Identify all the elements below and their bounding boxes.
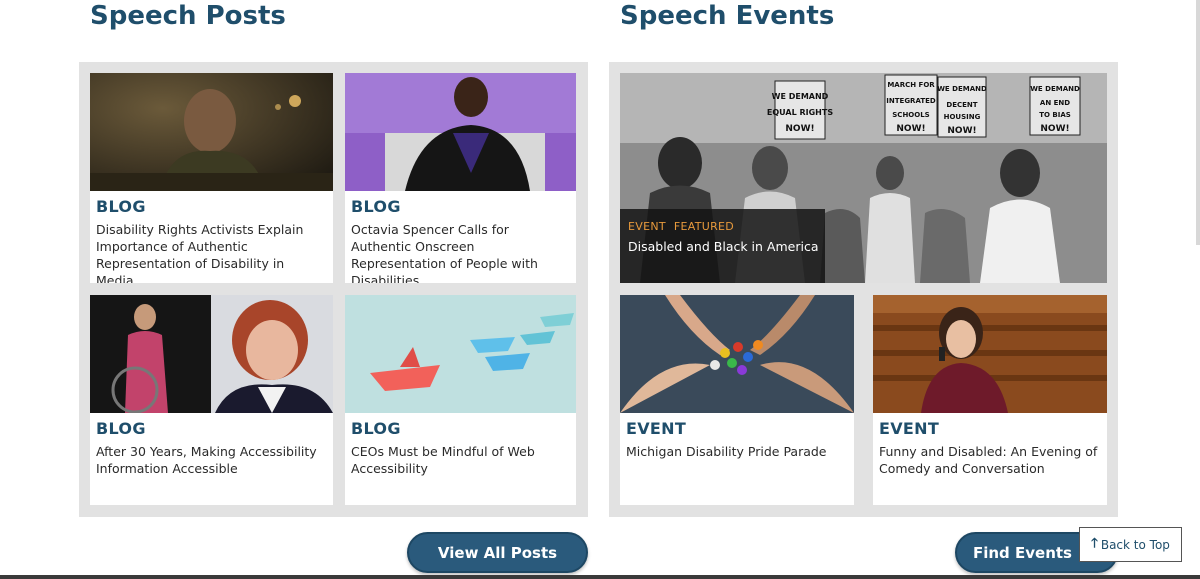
- protest-sign-text: MARCH FOR: [887, 81, 935, 89]
- protest-sign-text: WE DEMAND: [937, 85, 987, 93]
- post-title-link[interactable]: CEOs Must be Mindful of Web Accessibilit…: [351, 443, 568, 477]
- featured-tags: EVENT FEATURED: [628, 220, 742, 233]
- protest-sign-text: DECENT: [946, 101, 977, 109]
- speech-posts-heading: Speech Posts: [90, 1, 286, 31]
- event-title-link[interactable]: Michigan Disability Pride Parade: [626, 443, 846, 460]
- protest-sign-text: SCHOOLS: [892, 111, 929, 119]
- protest-sign-text: NOW!: [947, 126, 976, 136]
- event-card[interactable]: EVENT Funny and Disabled: An Evening of …: [873, 295, 1107, 505]
- post-tag: BLOG: [351, 419, 401, 438]
- post-card[interactable]: BLOG After 30 Years, Making Accessibilit…: [90, 295, 333, 505]
- arrow-up-icon: 🡑: [1091, 535, 1098, 551]
- protest-sign-text: AN END: [1040, 99, 1070, 107]
- protest-sign-text: NOW!: [785, 124, 814, 134]
- post-thumbnail[interactable]: [90, 295, 333, 413]
- post-card[interactable]: BLOG Octavia Spencer Calls for Authentic…: [345, 73, 576, 283]
- post-thumbnail[interactable]: [345, 73, 576, 191]
- post-card[interactable]: BLOG Disability Rights Activists Explain…: [90, 73, 333, 283]
- event-tag: EVENT: [626, 419, 687, 438]
- event-card[interactable]: EVENT Michigan Disability Pride Parade: [620, 295, 854, 505]
- back-to-top-label: Back to Top: [1100, 537, 1170, 552]
- post-title-link[interactable]: After 30 Years, Making Accessibility Inf…: [96, 443, 325, 477]
- post-tag: BLOG: [96, 197, 146, 216]
- events-panel: WE DEMAND EQUAL RIGHTS NOW! MARCH FOR IN…: [609, 62, 1118, 517]
- event-tag: EVENT: [628, 220, 666, 233]
- view-all-posts-button[interactable]: View All Posts: [407, 532, 588, 573]
- back-to-top-button[interactable]: 🡑 Back to Top: [1079, 527, 1182, 562]
- featured-event-title[interactable]: Disabled and Black in America: [628, 239, 819, 254]
- event-thumbnail[interactable]: [620, 295, 854, 413]
- page-bottom-divider: [0, 575, 1200, 579]
- featured-event-card[interactable]: WE DEMAND EQUAL RIGHTS NOW! MARCH FOR IN…: [620, 73, 1107, 283]
- posts-panel: BLOG Disability Rights Activists Explain…: [79, 62, 588, 517]
- speech-events-heading: Speech Events: [620, 1, 835, 31]
- post-thumbnail[interactable]: [345, 295, 576, 413]
- post-title-link[interactable]: Octavia Spencer Calls for Authentic Onsc…: [351, 221, 568, 283]
- post-title-link[interactable]: Disability Rights Activists Explain Impo…: [96, 221, 325, 283]
- scrollbar[interactable]: [1196, 0, 1200, 245]
- post-tag: BLOG: [96, 419, 146, 438]
- protest-sign-text: NOW!: [1040, 124, 1069, 134]
- featured-event-caption[interactable]: EVENT FEATURED Disabled and Black in Amer…: [620, 209, 825, 283]
- event-thumbnail[interactable]: [873, 295, 1107, 413]
- post-thumbnail[interactable]: [90, 73, 333, 191]
- featured-tag: FEATURED: [673, 220, 735, 233]
- protest-sign-text: WE DEMAND: [1030, 85, 1080, 93]
- protest-sign-text: EQUAL RIGHTS: [767, 108, 833, 117]
- protest-sign-text: TO BIAS: [1039, 111, 1071, 119]
- event-title-link[interactable]: Funny and Disabled: An Evening of Comedy…: [879, 443, 1099, 477]
- event-tag: EVENT: [879, 419, 940, 438]
- post-tag: BLOG: [351, 197, 401, 216]
- protest-sign-text: INTEGRATED: [886, 97, 936, 105]
- post-card[interactable]: BLOG CEOs Must be Mindful of Web Accessi…: [345, 295, 576, 505]
- protest-sign-text: HOUSING: [944, 113, 981, 121]
- protest-sign-text: NOW!: [896, 124, 925, 134]
- protest-sign-text: WE DEMAND: [772, 92, 829, 101]
